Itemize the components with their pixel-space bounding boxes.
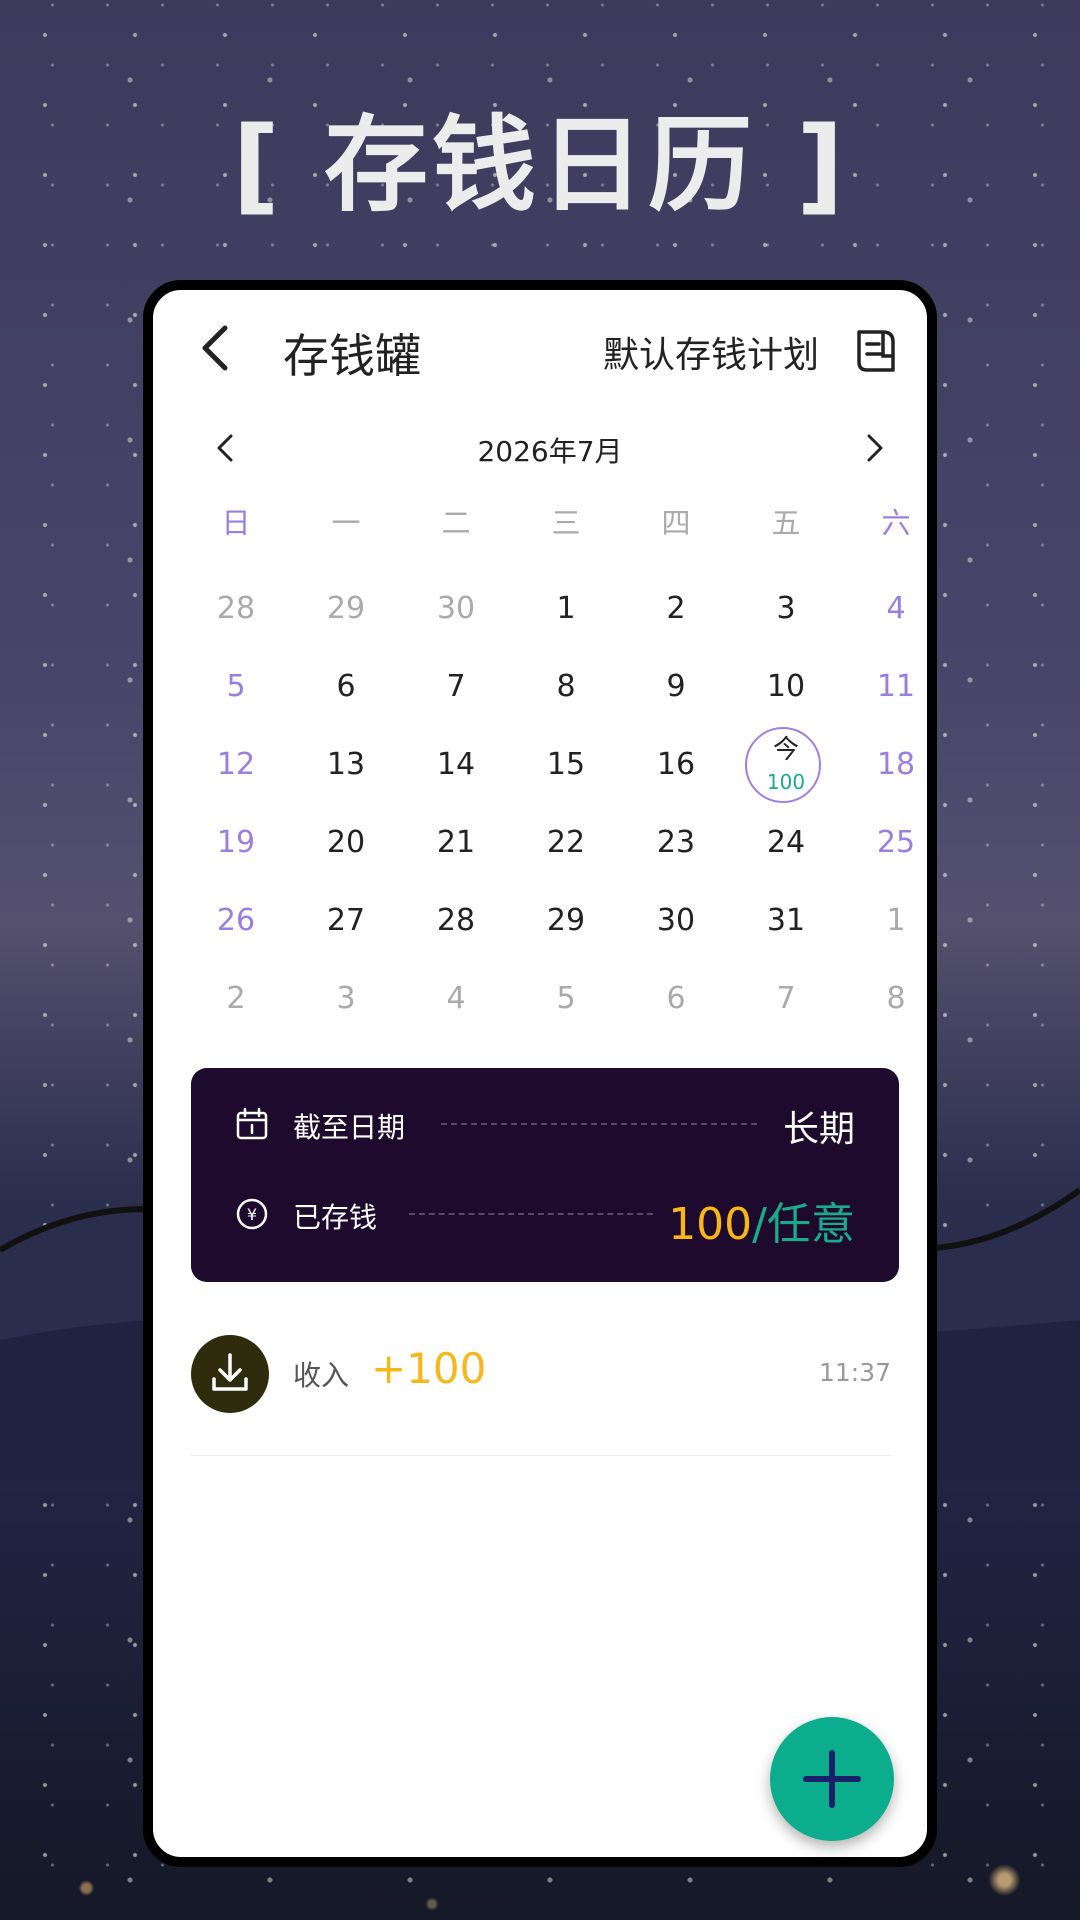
saved-value: 100/任意 <box>668 1188 855 1252</box>
saved-label: 已存钱 <box>293 1201 378 1234</box>
calendar-day[interactable]: 7 <box>401 648 511 726</box>
weekday-fri: 五 <box>771 506 801 540</box>
calendar-day[interactable]: 13 <box>291 726 401 804</box>
transaction-time: 11:37 <box>818 1358 891 1387</box>
calendar-day[interactable]: 3 <box>291 960 401 1038</box>
prev-month-icon[interactable] <box>211 428 241 468</box>
calendar-day[interactable]: 28 <box>401 882 511 960</box>
transaction-amount: +100 <box>371 1344 487 1393</box>
calendar-day[interactable]: 6 <box>621 960 731 1038</box>
today-amount: 100 <box>766 770 806 794</box>
calendar-day[interactable]: 5 <box>181 648 291 726</box>
dashed-leader <box>441 1123 757 1125</box>
calendar-day[interactable]: 29 <box>291 570 401 648</box>
calendar-day[interactable]: 22 <box>511 804 621 882</box>
weekday-sun: 日 <box>221 506 251 540</box>
calendar-day[interactable]: 27 <box>291 882 401 960</box>
calendar-day[interactable]: 1 <box>841 882 927 960</box>
calendar-day[interactable]: 23 <box>621 804 731 882</box>
calendar-day[interactable]: 26 <box>181 882 291 960</box>
calendar-day[interactable]: 31 <box>731 882 841 960</box>
weekday-thu: 四 <box>661 506 691 540</box>
calendar-day[interactable]: 20 <box>291 804 401 882</box>
plus-icon <box>803 1750 861 1808</box>
calendar-day[interactable]: 24 <box>731 804 841 882</box>
calendar-day[interactable]: 11 <box>841 648 927 726</box>
document-icon[interactable] <box>853 326 899 376</box>
add-record-button[interactable] <box>770 1717 894 1841</box>
calendar-day[interactable]: 21 <box>401 804 511 882</box>
weekday-sat: 六 <box>881 506 911 540</box>
weekday-mon: 一 <box>331 506 361 540</box>
dashed-leader <box>409 1213 653 1215</box>
calendar-day[interactable]: 8 <box>841 960 927 1038</box>
calendar-day[interactable]: 25 <box>841 804 927 882</box>
calendar-day[interactable]: 14 <box>401 726 511 804</box>
calendar-day-today[interactable]: 今 100 <box>731 726 841 804</box>
weekday-header: 日 一 二 三 四 五 六 <box>181 500 927 548</box>
calendar-day[interactable]: 29 <box>511 882 621 960</box>
savings-summary-card: 截至日期 长期 ¥ 已存钱 100/任意 <box>191 1068 899 1282</box>
deadline-row: 截至日期 长期 <box>235 1098 855 1150</box>
calendar-day[interactable]: 4 <box>401 960 511 1038</box>
calendar-day[interactable]: 30 <box>401 570 511 648</box>
calendar-day[interactable]: 19 <box>181 804 291 882</box>
calendar-day[interactable]: 4 <box>841 570 927 648</box>
month-label: 2026年7月 <box>477 435 623 468</box>
download-icon <box>212 1353 248 1391</box>
calendar-day[interactable]: 12 <box>181 726 291 804</box>
weekday-wed: 三 <box>551 506 581 540</box>
weekday-tue: 二 <box>441 506 471 540</box>
calendar-icon <box>236 1107 268 1140</box>
svg-text:¥: ¥ <box>247 1205 257 1224</box>
plan-selector[interactable]: 默认存钱计划 <box>603 326 819 378</box>
calendar-day[interactable]: 15 <box>511 726 621 804</box>
list-divider <box>191 1455 891 1456</box>
calendar-day[interactable]: 5 <box>511 960 621 1038</box>
calendar-day[interactable]: 2 <box>181 960 291 1038</box>
promo-title: [ 存钱日历 ] <box>232 104 848 226</box>
calendar-day[interactable]: 10 <box>731 648 841 726</box>
calendar-grid: 28 29 30 1 2 3 4 5 6 7 8 9 10 11 12 13 1… <box>181 570 927 1040</box>
transaction-type: 收入 <box>293 1359 350 1392</box>
saved-target: /任意 <box>752 1199 855 1250</box>
saved-row: ¥ 已存钱 100/任意 <box>235 1188 855 1250</box>
deadline-value: 长期 <box>782 1109 855 1150</box>
back-chevron-icon[interactable] <box>191 318 241 378</box>
calendar-day[interactable]: 9 <box>621 648 731 726</box>
next-month-icon[interactable] <box>859 428 889 468</box>
saved-amount: 100 <box>668 1199 753 1250</box>
calendar-day[interactable]: 28 <box>181 570 291 648</box>
calendar-day[interactable]: 7 <box>731 960 841 1038</box>
page-title: 存钱罐 <box>283 329 421 383</box>
calendar-day[interactable]: 30 <box>621 882 731 960</box>
income-download-icon <box>191 1335 269 1413</box>
calendar-day[interactable]: 8 <box>511 648 621 726</box>
calendar-day[interactable]: 6 <box>291 648 401 726</box>
yuan-coin-icon: ¥ <box>236 1198 268 1230</box>
phone-frame: 存钱罐 默认存钱计划 2026年7月 日 一 二 三 四 五 六 28 29 3… <box>143 280 937 1867</box>
deadline-label: 截至日期 <box>293 1111 406 1144</box>
calendar-day[interactable]: 2 <box>621 570 731 648</box>
calendar-day[interactable]: 16 <box>621 726 731 804</box>
calendar-day[interactable]: 3 <box>731 570 841 648</box>
calendar-day[interactable]: 1 <box>511 570 621 648</box>
calendar-day[interactable]: 18 <box>841 726 927 804</box>
today-mark: 今 <box>772 735 799 765</box>
